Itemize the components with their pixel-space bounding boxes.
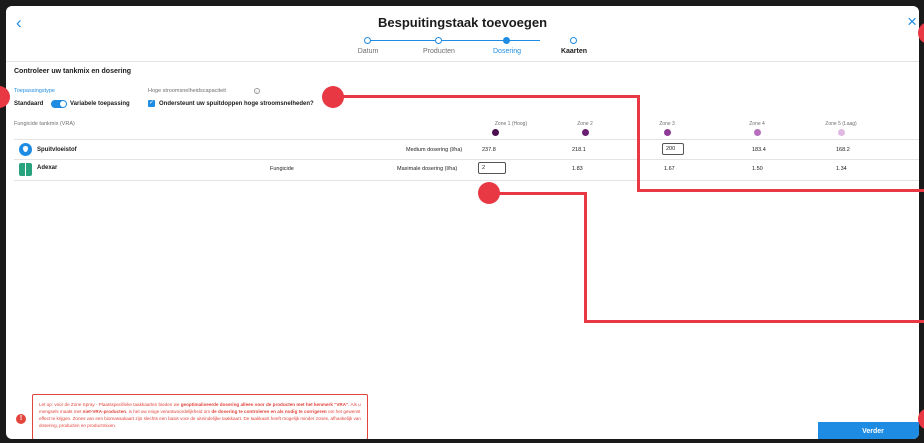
step-dot-producten — [435, 37, 442, 44]
annotation-marker — [478, 182, 500, 204]
app-window: ‹ Bespuitingstaak toevoegen × Datum Prod… — [6, 6, 919, 439]
step-dosering[interactable]: Dosering — [493, 48, 521, 55]
warning-text: Let op: voor de Zone Spray - Plaatsspeci… — [39, 401, 363, 429]
progress-stepper: Datum Producten Dosering Kaarten — [346, 34, 590, 60]
zone-1-label: Zone 1 (Hoog) — [494, 121, 528, 127]
zone-2-dot — [582, 129, 589, 136]
header: ‹ Bespuitingstaak toevoegen × Datum Prod… — [6, 6, 919, 62]
warning-text-bold: geoptimaliseerde dosering alleen voor de… — [180, 402, 349, 407]
zone-5-value: 168.2 — [836, 147, 850, 153]
product-name: Adexar — [37, 165, 58, 171]
stepper-line — [368, 40, 540, 41]
warning-icon: ! — [16, 414, 26, 424]
high-flow-checkbox[interactable]: ✓ — [148, 100, 155, 107]
warning-text-bold: niet-VRA-producten — [82, 409, 127, 414]
annotation-line — [332, 95, 639, 98]
zone-1-value: 237.8 — [482, 147, 496, 153]
high-flow-checkbox-label: Ondersteunt uw spuitdoppen hoge stroomsn… — [159, 101, 314, 107]
warning-text-part: , is het uw enige verantwoordelijkheid o… — [126, 409, 212, 414]
divider — [14, 139, 919, 140]
application-type-standard: Standaard — [14, 101, 44, 107]
zone-5-label: Zone 5 (Laag) — [825, 121, 857, 127]
warning-text-part: Let op: voor de Zone Spray - Plaatsspeci… — [39, 402, 181, 407]
divider — [14, 180, 919, 181]
step-dot-datum — [364, 37, 371, 44]
product-name: Spuitvloeistof — [37, 147, 77, 153]
zone-1-dot — [492, 129, 499, 136]
zone-3-input[interactable]: 200 — [662, 143, 684, 155]
info-icon[interactable]: i — [254, 88, 260, 94]
dose-label: Maximale dosering (l/ha) — [397, 166, 458, 172]
annotation-line — [486, 192, 586, 195]
zone-5-dot — [838, 129, 845, 136]
annotation-marker — [322, 86, 344, 108]
high-flow-label: Hoge stroomsnelheidscapaciteit — [148, 88, 226, 94]
close-icon[interactable]: × — [907, 13, 917, 30]
zone-3-dot — [664, 129, 671, 136]
zone-1-input[interactable]: 2 — [478, 162, 506, 174]
product-box-icon — [19, 163, 32, 176]
zone-4-value: 1.50 — [752, 166, 763, 172]
zone-3-value: 1.67 — [664, 166, 675, 172]
next-button[interactable]: Verder — [818, 422, 919, 439]
dose-label: Medium dosering (l/ha) — [406, 147, 463, 153]
step-dot-dosering — [503, 37, 510, 44]
section-title: Controleer uw tankmix en dosering — [14, 68, 132, 75]
zone-4-dot — [754, 129, 761, 136]
zone-2-label: Zone 2 — [577, 121, 593, 127]
zone-5-value: 1.34 — [836, 166, 847, 172]
droplet-icon — [19, 143, 32, 156]
zone-2-value: 1.83 — [572, 166, 583, 172]
step-datum[interactable]: Datum — [358, 48, 379, 55]
application-type-variable: Variabele toepassing — [70, 101, 130, 107]
divider — [14, 159, 919, 160]
tank-mix-label: Fungicide tankmix (VRA) — [14, 121, 75, 127]
zone-2-value: 218.1 — [572, 147, 586, 153]
application-type-label: Toepassingstype — [14, 88, 55, 94]
warning-box: Let op: voor de Zone Spray - Plaatsspeci… — [32, 394, 368, 439]
application-type-toggle[interactable] — [51, 100, 67, 108]
step-dot-kaarten — [570, 37, 577, 44]
product-category: Fungicide — [270, 166, 294, 172]
annotation-line — [637, 189, 924, 192]
annotation-line — [584, 320, 924, 323]
zone-4-label: Zone 4 — [749, 121, 765, 127]
annotation-line — [637, 95, 640, 192]
zone-3-label: Zone 3 — [659, 121, 675, 127]
warning-text-bold: de dosering te controleren en als nodig … — [211, 409, 327, 414]
step-producten[interactable]: Producten — [423, 48, 455, 55]
annotation-line — [584, 192, 587, 323]
page-title: Bespuitingstaak toevoegen — [377, 15, 548, 30]
step-kaarten[interactable]: Kaarten — [561, 48, 587, 55]
zone-4-value: 183.4 — [752, 147, 766, 153]
